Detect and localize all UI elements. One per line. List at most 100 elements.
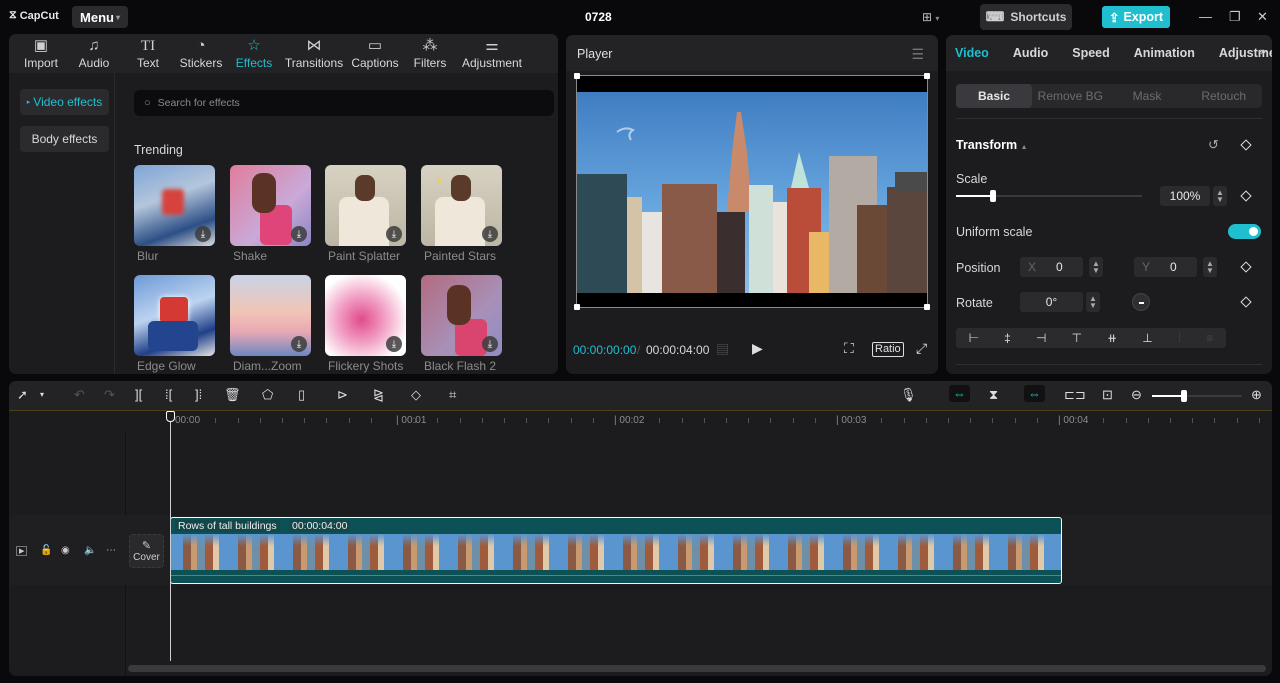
position-y-input[interactable]: Y0 <box>1134 257 1197 277</box>
tab-captions[interactable]: ▭ Captions <box>347 34 403 73</box>
marker-icon[interactable]: ⬠ <box>262 387 273 403</box>
distribute-h-icon[interactable]: ⁞ <box>1178 331 1181 345</box>
keyframe-icon[interactable] <box>1240 139 1252 151</box>
effect-card[interactable]: ⤓ Blur <box>134 165 215 263</box>
zoom-in-icon[interactable]: ⊕ <box>1251 387 1262 403</box>
rotate-dial[interactable] <box>1132 293 1150 311</box>
video-preview[interactable] <box>574 73 930 310</box>
subtab-retouch[interactable]: Retouch <box>1185 84 1262 108</box>
timeline-zoom-slider[interactable] <box>1152 390 1242 402</box>
timeline-horizontal-scrollbar[interactable] <box>128 665 1266 672</box>
scale-slider-thumb[interactable] <box>990 190 997 202</box>
delete-icon[interactable]: 🗑 <box>224 387 241 403</box>
zoom-out-icon[interactable]: ⊖ <box>1131 387 1142 403</box>
tab-video[interactable]: Video <box>955 46 989 60</box>
position-y-stepper[interactable]: ▲ ▼ <box>1203 257 1217 277</box>
crop-icon[interactable]: ⌗ <box>449 387 456 403</box>
category-body-effects[interactable]: Body effects <box>20 126 109 152</box>
main-track-magnet-icon[interactable]: ⇔ <box>949 385 970 402</box>
align-center-h-icon[interactable]: ‡ <box>1004 331 1011 345</box>
effects-search-input[interactable]: ○ Search for effects <box>134 90 554 116</box>
microphone-icon[interactable]: 🎙 <box>900 387 917 403</box>
resize-handle[interactable] <box>924 73 930 79</box>
more-options-icon[interactable]: ⋯ <box>106 545 116 556</box>
scale-value-input[interactable]: 100% <box>1160 186 1210 206</box>
effect-card[interactable]: ⤓ Diam...Zoom <box>230 275 311 373</box>
link-icon[interactable]: ⇔ <box>1024 385 1045 402</box>
fullscreen-icon[interactable]: ⤢ <box>916 340 927 357</box>
scale-stepper[interactable]: ▲ ▼ <box>1213 186 1227 206</box>
align-bottom-icon[interactable]: ⊥ <box>1142 331 1152 345</box>
menu-button[interactable]: Menu ▾ <box>72 6 128 28</box>
effect-card[interactable]: ⤓ Paint Splatter <box>325 165 406 263</box>
tab-transitions[interactable]: ⋈ Transitions <box>281 34 347 73</box>
timeline-zoom-thumb[interactable] <box>1180 390 1187 402</box>
align-center-v-icon[interactable]: ⧺ <box>1107 331 1117 345</box>
distribute-v-icon[interactable]: ≡ <box>1206 331 1213 345</box>
undo-icon[interactable]: ↶ <box>74 387 85 403</box>
reverse-icon[interactable]: ⊳ <box>337 387 348 403</box>
tab-effects[interactable]: ☆ Effects <box>227 34 281 73</box>
effect-card[interactable]: ⤓ Flickery Shots <box>325 275 406 373</box>
uniform-scale-toggle[interactable] <box>1228 224 1261 239</box>
keyframe-icon[interactable] <box>1240 296 1252 308</box>
scale-slider[interactable] <box>956 190 1142 202</box>
download-icon[interactable]: ⤓ <box>482 226 498 242</box>
tab-animation[interactable]: Animation <box>1134 46 1195 60</box>
align-left-icon[interactable]: ⊢ <box>969 331 979 345</box>
resize-handle[interactable] <box>924 304 930 310</box>
ratio-button[interactable]: Ratio <box>872 342 904 357</box>
export-button[interactable]: ⇪ Export <box>1102 6 1170 28</box>
chevron-down-icon[interactable]: ▾ <box>40 390 44 399</box>
split-icon[interactable]: ][ <box>135 387 142 402</box>
timeline-ruler[interactable]: 00:00 | 00:01 | 00:02 | 00:03 | 00:04 <box>9 410 1272 432</box>
rotate-icon[interactable]: ◇ <box>411 387 421 403</box>
video-clip[interactable]: Rows of tall buildings 00:00:04:00 <box>170 517 1062 584</box>
download-icon[interactable]: ⤓ <box>195 226 211 242</box>
fit-timeline-icon[interactable]: ⊡ <box>1102 387 1113 403</box>
effect-card[interactable]: ⤓ Shake <box>230 165 311 263</box>
keyframe-icon[interactable] <box>1240 190 1252 202</box>
align-right-icon[interactable]: ⊣ <box>1036 331 1046 345</box>
resize-handle[interactable] <box>574 304 580 310</box>
playhead-handle[interactable] <box>166 411 175 422</box>
align-top-icon[interactable]: ⊤ <box>1072 331 1082 345</box>
playhead[interactable] <box>170 412 171 661</box>
tab-import[interactable]: ▣ Import <box>15 34 67 73</box>
effect-card[interactable]: ⤓ Black Flash 2 <box>421 275 502 373</box>
track-visibility-icon[interactable]: ▶ <box>16 546 28 556</box>
maximize-button[interactable]: ❐ <box>1229 9 1241 25</box>
download-icon[interactable]: ⤓ <box>291 336 307 352</box>
shortcuts-button[interactable]: ⌨ Shortcuts <box>980 4 1072 30</box>
download-icon[interactable]: ⤓ <box>291 226 307 242</box>
effect-card[interactable]: Edge Glow <box>134 275 215 373</box>
more-tabs-icon[interactable]: » <box>1260 46 1266 58</box>
download-icon[interactable]: ⤓ <box>482 336 498 352</box>
auto-snap-icon[interactable]: ⧗ <box>989 387 998 403</box>
subtab-mask[interactable]: Mask <box>1109 84 1186 108</box>
category-video-effects[interactable]: ▸ Video effects <box>20 89 109 115</box>
preview-axis-icon[interactable]: ⊏⊐ <box>1064 387 1086 403</box>
subtab-remove-bg[interactable]: Remove BG <box>1032 84 1109 108</box>
lock-icon[interactable]: 🔓 <box>40 545 52 556</box>
rotate-input[interactable]: 0° <box>1020 292 1083 312</box>
keyframe-icon[interactable] <box>1240 261 1252 273</box>
rotate-stepper[interactable]: ▲ ▼ <box>1086 292 1100 312</box>
cover-button[interactable]: ✎ Cover <box>129 534 164 568</box>
tab-adjustment[interactable]: ⚌ Adjustment <box>457 34 527 73</box>
download-icon[interactable]: ⤓ <box>386 336 402 352</box>
redo-icon[interactable]: ↷ <box>104 387 115 403</box>
select-tool-icon[interactable]: ➚ <box>17 387 28 403</box>
close-button[interactable]: ✕ <box>1257 9 1268 25</box>
position-x-input[interactable]: X0 <box>1020 257 1083 277</box>
eye-icon[interactable]: ◉ <box>61 545 70 556</box>
split-right-icon[interactable]: ]⁞ <box>195 387 202 402</box>
effect-card[interactable]: ★ ⤓ Painted Stars <box>421 165 502 263</box>
position-x-stepper[interactable]: ▲ ▼ <box>1089 257 1103 277</box>
minimize-button[interactable]: — <box>1199 9 1212 24</box>
tab-speed[interactable]: Speed <box>1072 46 1110 60</box>
timecode-format-icon[interactable]: ▤ <box>716 340 729 357</box>
tab-filters[interactable]: ⁂ Filters <box>403 34 457 73</box>
player-menu-icon[interactable]: ☰ <box>911 46 924 63</box>
layout-button[interactable]: ⊞ ▾ <box>922 10 939 24</box>
